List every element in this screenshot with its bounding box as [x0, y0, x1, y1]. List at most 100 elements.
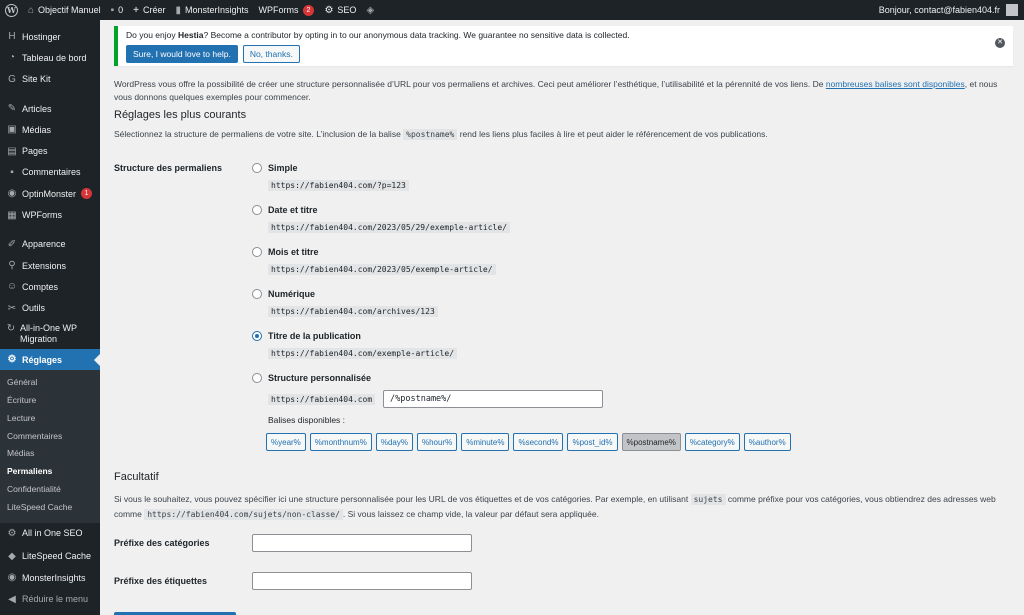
sidebar-item-settings[interactable]: ⚙ Réglages [0, 348, 100, 371]
page-icon: ▤ [7, 145, 17, 157]
wordpress-icon: W [5, 3, 18, 17]
tag-base-label: Préfixe des étiquettes [114, 576, 208, 586]
tag-day[interactable]: %day% [375, 433, 413, 451]
custom-structure-input[interactable]: /%postname%/ [383, 390, 603, 408]
option-numeric[interactable]: Numérique [252, 289, 315, 299]
collapse-menu-button[interactable]: ◀ Réduire le menu [0, 588, 100, 609]
my-account-menu[interactable]: Bonjour, contact@fabien404.fr [879, 4, 1024, 16]
seo-menu[interactable]: ⚙ SEO [319, 0, 361, 20]
wpforms-label: WPForms [258, 5, 299, 15]
submenu-litespeed[interactable]: LiteSpeed Cache [0, 499, 100, 517]
litespeed-icon: ◆ [8, 550, 16, 562]
example-date-title: https://fabien404.com/2023/05/29/exemple… [268, 222, 511, 233]
common-settings-description: Sélectionnez la structure de permaliens … [114, 129, 768, 140]
tag-author[interactable]: %author% [743, 433, 791, 451]
notice-decline-button[interactable]: No, thanks. [242, 45, 300, 63]
pin-icon: ✎ [7, 103, 17, 115]
wordpress-logo-menu[interactable]: W [0, 0, 23, 20]
appearance-icon: ✐ [7, 238, 17, 250]
comment-icon: ▪ [10, 166, 14, 178]
avatar [1006, 4, 1018, 16]
tag-monthnum[interactable]: %monthnum% [309, 433, 372, 451]
diamond-menu[interactable]: ◈ [361, 0, 383, 20]
comments-menu[interactable]: ▪ 0 [106, 0, 129, 20]
submenu-privacy[interactable]: Confidentialité [0, 481, 100, 499]
wpforms-menu[interactable]: WPForms 2 [254, 0, 320, 20]
sidebar-item-comments[interactable]: ▪ Commentaires [0, 162, 100, 183]
sidebar-item-plugins[interactable]: ⚲ Extensions [0, 255, 100, 276]
media-icon: ▣ [7, 124, 17, 136]
tag-base-input[interactable] [252, 572, 472, 590]
wpforms-badge: 2 [302, 4, 315, 16]
tags-doc-link[interactable]: nombreuses balises sont disponibles [826, 79, 965, 89]
tag-second[interactable]: %second% [513, 433, 564, 451]
submenu-general[interactable]: Général [0, 374, 100, 392]
example-numeric: https://fabien404.com/archives/123 [268, 306, 438, 317]
optinmonster-icon: ◉ [7, 188, 17, 200]
hostinger-icon: H [8, 31, 16, 43]
sidebar-item-articles[interactable]: ✎ Articles [0, 98, 100, 119]
tools-icon: ✂ [7, 302, 17, 314]
submenu-reading[interactable]: Lecture [0, 410, 100, 428]
new-label: Créer [142, 5, 166, 15]
radio-simple[interactable] [252, 163, 262, 173]
close-icon[interactable]: ✕ [995, 38, 1005, 48]
option-post-name[interactable]: Titre de la publication [252, 331, 361, 341]
site-name-menu[interactable]: ⌂ Objectif Manuel [23, 0, 106, 20]
tag-post-id[interactable]: %post_id% [567, 433, 618, 451]
submenu-media[interactable]: Médias [0, 445, 100, 463]
tag-postname[interactable]: %postname% [621, 433, 681, 451]
sidebar-item-dashboard[interactable]: ◔ Tableau de bord [0, 47, 100, 68]
sidebar-item-users[interactable]: ☺ Comptes [0, 276, 100, 297]
sitekit-icon: G [8, 73, 16, 85]
sidebar-item-appearance[interactable]: ✐ Apparence [0, 234, 100, 255]
dashboard-icon: ◔ [8, 52, 16, 64]
monsterinsights-label: MonsterInsights [185, 5, 249, 15]
sidebar-item-optinmonster[interactable]: ◉ OptinMonster 1 [0, 183, 100, 204]
submenu-writing[interactable]: Écriture [0, 392, 100, 410]
option-month-title[interactable]: Mois et titre [252, 247, 319, 257]
submenu-discussion[interactable]: Commentaires [0, 428, 100, 446]
custom-base-url: https://fabien404.com [268, 394, 376, 405]
example-post-name: https://fabien404.com/exemple-article/ [268, 348, 458, 359]
sidebar-item-tools[interactable]: ✂ Outils [0, 298, 100, 319]
sidebar-item-litespeed[interactable]: ◆ LiteSpeed Cache [0, 546, 100, 567]
hestia-notice: Do you enjoy Hestia? Become a contributo… [114, 26, 1013, 66]
notice-accept-button[interactable]: Sure, I would love to help. [126, 45, 238, 63]
radio-month-title[interactable] [252, 247, 262, 257]
example-simple: https://fabien404.com/?p=123 [268, 180, 409, 191]
settings-icon: ⚙ [7, 354, 17, 365]
sidebar-item-sitekit[interactable]: G Site Kit [0, 69, 100, 90]
optional-title: Facultatif [114, 471, 159, 483]
sidebar-item-migration[interactable]: ↻ All-in-One WP Migration [0, 319, 100, 349]
seo-label: SEO [337, 5, 357, 15]
option-simple[interactable]: Simple [252, 163, 298, 173]
plus-icon: + [133, 4, 139, 16]
new-content-menu[interactable]: + Créer [128, 0, 170, 20]
monsterinsights-menu[interactable]: ▮ MonsterInsights [171, 0, 254, 20]
comment-icon: ▪ [110, 4, 115, 16]
radio-custom[interactable] [252, 373, 262, 383]
submenu-permalinks[interactable]: Permaliens [0, 463, 100, 481]
home-icon: ⌂ [28, 4, 35, 16]
tag-category[interactable]: %category% [684, 433, 740, 451]
sidebar-item-wpforms[interactable]: ▦ WPForms [0, 204, 100, 225]
tag-year[interactable]: %year% [266, 433, 306, 451]
sidebar-item-hostinger[interactable]: H Hostinger [0, 26, 100, 47]
sidebar-item-media[interactable]: ▣ Médias [0, 119, 100, 140]
option-date-title[interactable]: Date et titre [252, 205, 318, 215]
tag-minute[interactable]: %minute% [461, 433, 510, 451]
sidebar-item-pages[interactable]: ▤ Pages [0, 140, 100, 161]
radio-post-name[interactable] [252, 331, 262, 341]
example-month-title: https://fabien404.com/2023/05/exemple-ar… [268, 264, 496, 275]
common-settings-title: Réglages les plus courants [114, 109, 247, 121]
collapse-icon: ◀ [8, 593, 16, 605]
sidebar-item-aioseo[interactable]: ⚙ All in One SEO [0, 523, 100, 544]
radio-numeric[interactable] [252, 289, 262, 299]
sidebar-item-monsterinsights[interactable]: ◉ MonsterInsights [0, 567, 100, 588]
option-custom[interactable]: Structure personnalisée [252, 373, 371, 383]
category-base-input[interactable] [252, 534, 472, 552]
radio-date-title[interactable] [252, 205, 262, 215]
tag-hour[interactable]: %hour% [416, 433, 458, 451]
users-icon: ☺ [6, 281, 18, 293]
